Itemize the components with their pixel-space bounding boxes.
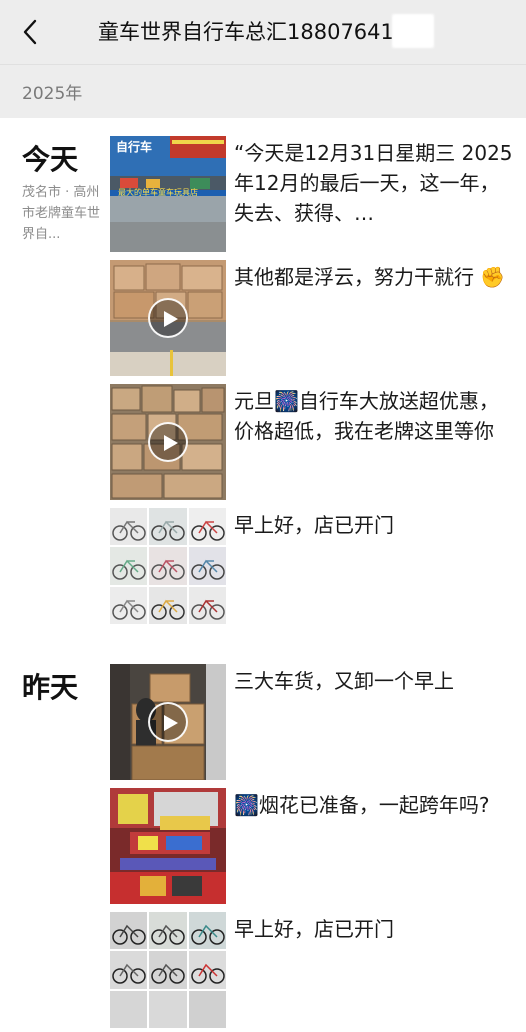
feed-post[interactable]: 🎆烟花已准备，一起跨年吗? [110,788,516,908]
post-text[interactable]: 早上好，店已开门 [234,914,514,944]
bike-photo[interactable] [110,508,148,546]
feed-post[interactable]: 自行车 最大的单车童车玩具店 “今天是12月31日星期三 2025年12月的最后… [110,136,516,256]
post-video-thumbnail[interactable] [110,664,226,780]
post-video-thumbnail[interactable] [110,384,226,500]
location-text[interactable]: 茂名市 · 高州市老牌童车世界自... [22,182,104,245]
top-navigation-bar: 童车世界自行车总汇18807641 [0,0,526,64]
post-text[interactable]: “今天是12月31日星期三 2025年12月的最后一天，这一年，失去、获得、… [234,138,514,228]
post-text[interactable]: 🎆烟花已准备，一起跨年吗? [234,790,514,820]
bike-photo[interactable] [149,990,187,1028]
day-label-yesterday: 昨天 [22,671,79,704]
feed-post[interactable]: 早上好，店已开门 [110,508,516,628]
bike-photo[interactable] [188,547,226,585]
bike-photo[interactable] [110,586,148,624]
post-text[interactable]: 其他都是浮云，努力干就行 ✊ [234,262,514,292]
bike-photo[interactable] [149,547,187,585]
bike-photo[interactable] [188,586,226,624]
feed-post[interactable]: 元旦🎆自行车大放送超优惠，价格超低，我在老牌这里等你 [110,384,516,504]
bike-photo[interactable] [110,912,148,950]
bike-photo[interactable] [149,951,187,989]
post-text[interactable]: 三大车货，又卸一个早上 [234,666,514,696]
play-icon[interactable] [148,702,188,742]
banner-text: 最大的单车童车玩具店 [118,187,198,197]
year-section-header: 2025年 [0,64,526,118]
bike-photo[interactable] [110,547,148,585]
day-label-today: 今天 [22,143,79,176]
redaction-patch [392,14,434,48]
moments-feed: 今天 茂名市 · 高州市老牌童车世界自... 自行车 最大的单车童车玩具店 “今… [0,118,526,1028]
post-text[interactable]: 早上好，店已开门 [234,510,514,540]
bike-photo[interactable] [110,951,148,989]
bike-photo[interactable] [149,508,187,546]
post-text[interactable]: 元旦🎆自行车大放送超优惠，价格超低，我在老牌这里等你 [234,386,514,446]
bike-photo[interactable] [188,508,226,546]
bike-photo[interactable] [188,990,226,1028]
post-photo-grid[interactable] [110,912,226,1028]
play-icon[interactable] [148,298,188,338]
page-title: 童车世界自行车总汇18807641 [98,20,394,44]
play-icon[interactable] [148,422,188,462]
bike-photo[interactable] [149,586,187,624]
bike-photo[interactable] [188,912,226,950]
feed-post[interactable]: 其他都是浮云，努力干就行 ✊ [110,260,516,380]
year-label: 2025年 [22,84,83,104]
bike-photo[interactable] [149,912,187,950]
feed-post[interactable]: 三大车货，又卸一个早上 [110,664,516,784]
post-video-thumbnail[interactable] [110,260,226,376]
back-button[interactable] [14,14,46,50]
bike-photo[interactable] [110,990,148,1028]
bike-photo[interactable] [188,951,226,989]
feed-post[interactable]: 早上好，店已开门 [110,912,516,1032]
chevron-left-icon [23,19,37,45]
post-photo[interactable]: 自行车 最大的单车童车玩具店 [110,136,226,252]
post-photo[interactable] [110,788,226,904]
shop-sign-text: 自行车 [116,139,152,154]
post-photo-grid[interactable] [110,508,226,624]
